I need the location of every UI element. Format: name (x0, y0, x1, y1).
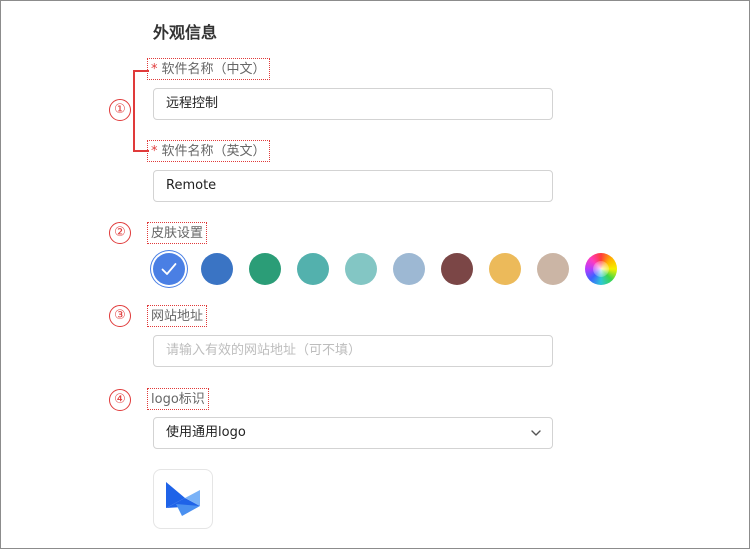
name-cn-label-text: 软件名称（中文） (161, 62, 266, 77)
skin-swatch-blue[interactable] (153, 253, 185, 285)
skin-swatch-light-teal[interactable] (345, 253, 377, 285)
website-label: 网站地址 (147, 305, 208, 327)
skin-swatch-custom-color[interactable] (585, 253, 617, 285)
section-title: 外观信息 (153, 23, 218, 42)
custom-color-highlight (593, 261, 609, 277)
logo-select-value: 使用通用logo (166, 425, 246, 440)
name-cn-label: * 软件名称（中文） (147, 58, 270, 80)
logo-preview (153, 469, 213, 529)
app-logo-icon (166, 482, 200, 516)
name-cn-input[interactable]: 远程控制 (153, 88, 553, 120)
skin-label: 皮肤设置 (147, 222, 208, 244)
annotation-marker-3: ③ (109, 305, 131, 327)
annotation-marker-4: ④ (109, 389, 131, 411)
annotation-marker-1: ① (109, 99, 131, 121)
skin-swatch-grey-blue[interactable] (393, 253, 425, 285)
skin-swatch-beige[interactable] (537, 253, 569, 285)
name-en-label: * 软件名称（英文） (147, 140, 270, 162)
required-mark: * (151, 144, 158, 159)
required-mark: * (151, 62, 158, 77)
skin-color-picker (153, 253, 633, 285)
skin-swatch-yellow[interactable] (489, 253, 521, 285)
website-input[interactable]: 请输入有效的网站地址（可不填） (153, 335, 553, 367)
skin-swatch-brown[interactable] (441, 253, 473, 285)
logo-label: logo标识 (147, 388, 209, 410)
skin-swatch-green[interactable] (249, 253, 281, 285)
annotation-bracket (133, 70, 141, 152)
name-en-label-text: 软件名称（英文） (161, 144, 266, 159)
logo-select[interactable]: 使用通用logo (153, 417, 553, 449)
annotation-marker-2: ② (109, 222, 131, 244)
name-en-input[interactable]: Remote (153, 170, 553, 202)
skin-swatch-teal[interactable] (297, 253, 329, 285)
skin-swatch-dark-blue[interactable] (201, 253, 233, 285)
chevron-down-icon (531, 430, 541, 436)
check-icon (161, 263, 177, 275)
